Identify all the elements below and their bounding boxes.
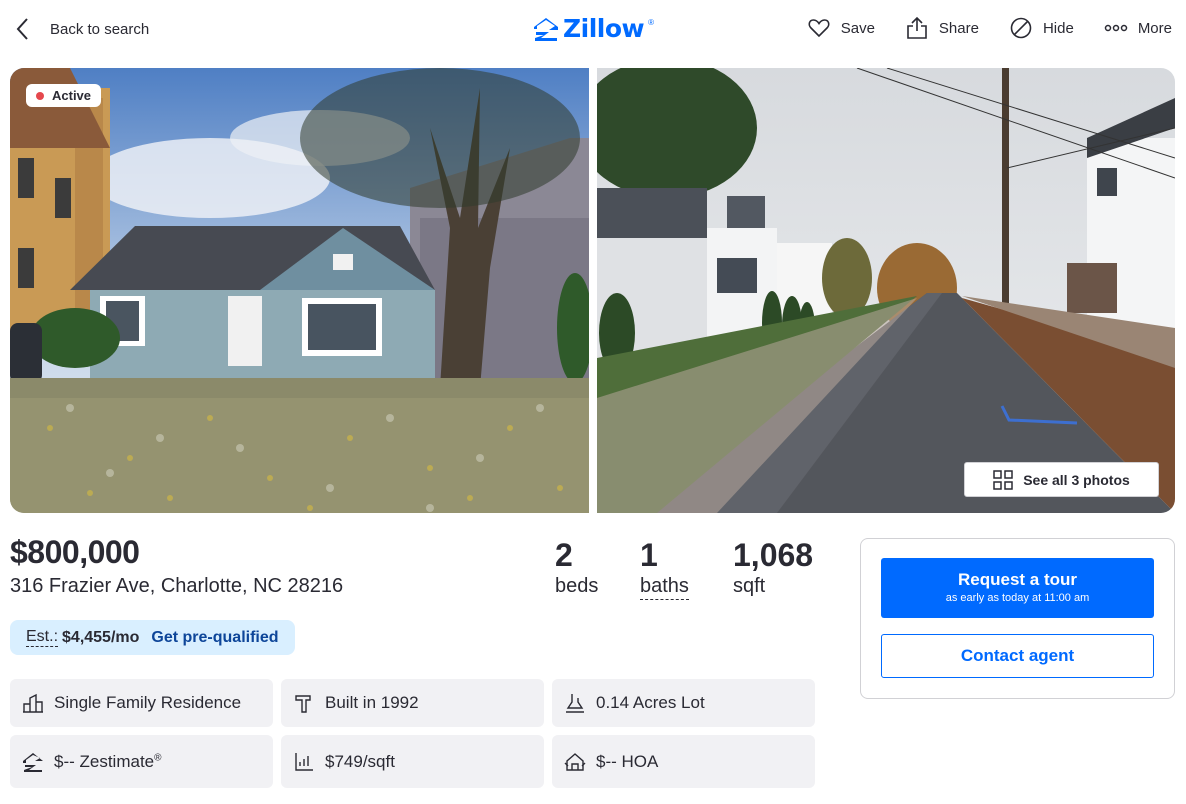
logo-registered-mark: ® (648, 18, 655, 27)
fact-text: $-- HOA (596, 751, 659, 771)
see-all-photos-button[interactable]: See all 3 photos (964, 462, 1159, 497)
share-label: Share (938, 19, 979, 37)
zestimate-text: $-- Zestimate (54, 751, 155, 771)
listing-price: $800,000 (10, 534, 140, 570)
fact-text: 0.14 Acres Lot (596, 693, 705, 712)
sqft-stat: 1,068 sqft (733, 537, 813, 599)
back-to-search-link[interactable]: Back to search (14, 16, 149, 42)
status-badge: Active (26, 84, 102, 107)
lot-size-icon (566, 694, 584, 713)
back-label: Back to search (50, 20, 150, 38)
see-all-label: See all 3 photos (1023, 471, 1130, 488)
fact-text: Single Family Residence (54, 693, 242, 712)
estimate-label[interactable]: Est.: (26, 628, 59, 647)
share-icon (907, 16, 927, 39)
fact-text: $749/sqft (325, 751, 395, 771)
price-per-sqft-icon (295, 752, 313, 771)
chevron-left-icon (16, 18, 28, 40)
beds-value: 2 (555, 537, 573, 573)
active-dot (36, 91, 44, 100)
top-bar: Back to search Zillow ® Save Share Hide … (0, 0, 1186, 62)
zestimate-icon (23, 752, 43, 772)
request-tour-subtext: as early as today at 11:00 am (945, 592, 1090, 604)
monthly-estimate: Est.: $4,455/mo Get pre-qualified (10, 620, 295, 655)
fact-text: $-- Zestimate® (54, 752, 162, 772)
zillow-logo[interactable]: Zillow ® (533, 14, 654, 43)
beds-stat: 2 beds (555, 537, 598, 599)
zillow-logo-icon (534, 17, 558, 41)
home-type-icon (23, 693, 43, 713)
logo-wordmark: Zillow (563, 14, 645, 43)
fact-year-built: Built in 1992 (281, 679, 544, 727)
baths-label[interactable]: baths (640, 573, 689, 600)
hide-button[interactable]: Hide (1009, 16, 1074, 40)
registered-mark: ® (154, 751, 162, 763)
fact-lot-size: 0.14 Acres Lot (552, 679, 815, 727)
get-prequalified-link[interactable]: Get pre-qualified (151, 629, 278, 647)
sqft-value: 1,068 (733, 537, 814, 573)
fact-price-per-sqft: $749/sqft (281, 735, 544, 788)
hide-icon (1010, 17, 1032, 39)
secondary-photo[interactable]: See all 3 photos (597, 68, 1175, 513)
share-button[interactable]: Share (905, 16, 979, 40)
fact-zestimate: $-- Zestimate® (10, 735, 273, 788)
fact-hoa: $-- HOA (552, 735, 815, 788)
more-icon (1104, 24, 1128, 32)
request-tour-label: Request a tour (957, 570, 1078, 589)
sqft-label: sqft (733, 575, 766, 597)
contact-agent-button[interactable]: Contact agent (881, 634, 1154, 678)
more-label: More (1137, 19, 1172, 37)
save-label: Save (840, 19, 875, 37)
street-photo (597, 68, 1175, 513)
hide-label: Hide (1042, 19, 1074, 37)
contact-card: Request a tour as early as today at 11:0… (860, 538, 1175, 699)
header-actions: Save Share Hide More (807, 16, 1172, 40)
hoa-icon (564, 752, 586, 771)
more-button[interactable]: More (1104, 16, 1172, 40)
baths-stat[interactable]: 1 baths (640, 537, 689, 600)
listing-address: 316 Frazier Ave, Charlotte, NC 28216 (10, 575, 344, 597)
status-label: Active (52, 88, 92, 103)
fact-text: Built in 1992 (325, 693, 419, 712)
save-button[interactable]: Save (807, 16, 875, 40)
grid-icon (993, 469, 1013, 490)
request-tour-button[interactable]: Request a tour as early as today at 11:0… (881, 558, 1154, 618)
beds-label: beds (555, 575, 599, 597)
estimate-value: $4,455/mo (62, 628, 140, 646)
heart-icon (808, 19, 830, 38)
main-photo[interactable]: Active (10, 68, 589, 513)
baths-value: 1 (640, 537, 658, 573)
hammer-icon (295, 695, 311, 713)
house-photo (10, 68, 589, 513)
fact-home-type: Single Family Residence (10, 679, 273, 727)
